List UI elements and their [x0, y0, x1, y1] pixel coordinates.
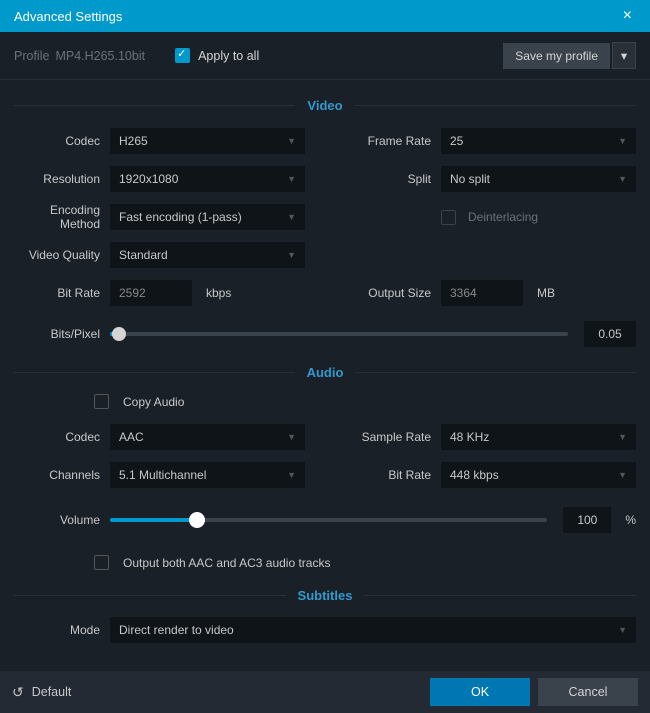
save-profile-button[interactable]: Save my profile	[503, 43, 610, 69]
default-label: Default	[32, 685, 72, 699]
framerate-value: 25	[450, 134, 463, 148]
volume-unit: %	[625, 513, 636, 527]
samplerate-label: Sample Rate	[345, 430, 441, 444]
channels-label: Channels	[14, 468, 110, 482]
audio-codec-label: Codec	[14, 430, 110, 444]
chevron-down-icon: ▼	[287, 174, 296, 184]
chevron-down-icon: ▼	[618, 625, 627, 635]
settings-window: Advanced Settings × Profile MP4.H265.10b…	[0, 0, 650, 713]
subtitles-section-title: Subtitles	[286, 588, 365, 603]
bitrate-label: Bit Rate	[14, 286, 110, 300]
output-both-label: Output both AAC and AC3 audio tracks	[123, 556, 330, 570]
close-icon[interactable]: ×	[619, 7, 636, 25]
volume-value[interactable]: 100	[563, 507, 611, 533]
chevron-down-icon: ▼	[287, 250, 296, 260]
encoding-method-value: Fast encoding (1-pass)	[119, 210, 242, 224]
apply-to-all-label: Apply to all	[198, 49, 259, 63]
bitspixel-slider[interactable]	[110, 332, 568, 336]
samplerate-value: 48 KHz	[450, 430, 489, 444]
video-section-title: Video	[295, 98, 354, 113]
outputsize-unit: MB	[537, 286, 555, 300]
video-quality-label: Video Quality	[14, 248, 110, 262]
audio-bitrate-label: Bit Rate	[345, 468, 441, 482]
volume-row: Volume 100 %	[14, 507, 636, 533]
video-quality-value: Standard	[119, 248, 168, 262]
bitrate-unit: kbps	[206, 286, 231, 300]
video-quality-select[interactable]: Standard ▼	[110, 242, 305, 268]
apply-to-all-checkbox[interactable]	[175, 48, 190, 63]
profile-row: Profile MP4.H265.10bit Apply to all Save…	[0, 32, 650, 80]
subtitle-mode-value: Direct render to video	[119, 623, 234, 637]
audio-section-title: Audio	[295, 365, 356, 380]
slider-thumb[interactable]	[112, 327, 126, 341]
volume-label: Volume	[14, 513, 110, 527]
subtitle-mode-select[interactable]: Direct render to video ▼	[110, 617, 636, 643]
chevron-down-icon: ▼	[287, 212, 296, 222]
profile-value: MP4.H265.10bit	[55, 49, 145, 63]
bitspixel-label: Bits/Pixel	[14, 327, 110, 341]
encoding-method-select[interactable]: Fast encoding (1-pass) ▼	[110, 204, 305, 230]
chevron-down-icon: ▼	[618, 136, 627, 146]
chevron-down-icon: ▼	[618, 174, 627, 184]
outputsize-input[interactable]	[441, 280, 523, 306]
profile-label: Profile	[14, 49, 49, 63]
content-area: Video Codec H265▼ Resolution 1920x1080▼ …	[0, 80, 650, 671]
framerate-label: Frame Rate	[345, 134, 441, 148]
output-both-checkbox[interactable]	[94, 555, 109, 570]
chevron-down-icon: ▼	[618, 432, 627, 442]
deinterlacing-label: Deinterlacing	[468, 210, 538, 224]
subtitle-mode-label: Mode	[14, 623, 110, 637]
codec-label: Codec	[14, 134, 110, 148]
resolution-label: Resolution	[14, 172, 110, 186]
copy-audio-label: Copy Audio	[123, 395, 184, 409]
encoding-method-label: Encoding Method	[14, 203, 110, 231]
ok-button[interactable]: OK	[430, 678, 530, 706]
volume-slider[interactable]	[110, 518, 547, 522]
chevron-down-icon: ▼	[287, 136, 296, 146]
split-label: Split	[345, 172, 441, 186]
audio-bitrate-select[interactable]: 448 kbps ▼	[441, 462, 636, 488]
channels-value: 5.1 Multichannel	[119, 468, 206, 482]
audio-codec-value: AAC	[119, 430, 144, 444]
cancel-button[interactable]: Cancel	[538, 678, 638, 706]
framerate-select[interactable]: 25 ▼	[441, 128, 636, 154]
default-button[interactable]: ↺ Default	[12, 684, 71, 701]
bitspixel-row: Bits/Pixel 0.05	[14, 321, 636, 347]
window-title: Advanced Settings	[14, 9, 122, 24]
footer: ↺ Default OK Cancel	[0, 671, 650, 713]
resolution-select[interactable]: 1920x1080 ▼	[110, 166, 305, 192]
resolution-value: 1920x1080	[119, 172, 178, 186]
audio-codec-select[interactable]: AAC ▼	[110, 424, 305, 450]
chevron-down-icon: ▼	[287, 432, 296, 442]
audio-section-header: Audio	[14, 365, 636, 380]
save-profile-dropdown-icon[interactable]: ▾	[612, 42, 636, 69]
titlebar: Advanced Settings ×	[0, 0, 650, 32]
slider-thumb[interactable]	[189, 512, 205, 528]
outputsize-label: Output Size	[345, 286, 441, 300]
apply-to-all-group: Apply to all	[175, 48, 259, 63]
chevron-down-icon: ▼	[287, 470, 296, 480]
audio-bitrate-value: 448 kbps	[450, 468, 499, 482]
reset-icon: ↺	[12, 684, 24, 701]
video-section-header: Video	[14, 98, 636, 113]
bitrate-input[interactable]	[110, 280, 192, 306]
deinterlacing-checkbox[interactable]	[441, 210, 456, 225]
split-select[interactable]: No split ▼	[441, 166, 636, 192]
chevron-down-icon: ▼	[618, 470, 627, 480]
codec-value: H265	[119, 134, 148, 148]
split-value: No split	[450, 172, 490, 186]
copy-audio-checkbox[interactable]	[94, 394, 109, 409]
bitspixel-value[interactable]: 0.05	[584, 321, 636, 347]
codec-select[interactable]: H265 ▼	[110, 128, 305, 154]
channels-select[interactable]: 5.1 Multichannel ▼	[110, 462, 305, 488]
samplerate-select[interactable]: 48 KHz ▼	[441, 424, 636, 450]
subtitles-section-header: Subtitles	[14, 588, 636, 603]
